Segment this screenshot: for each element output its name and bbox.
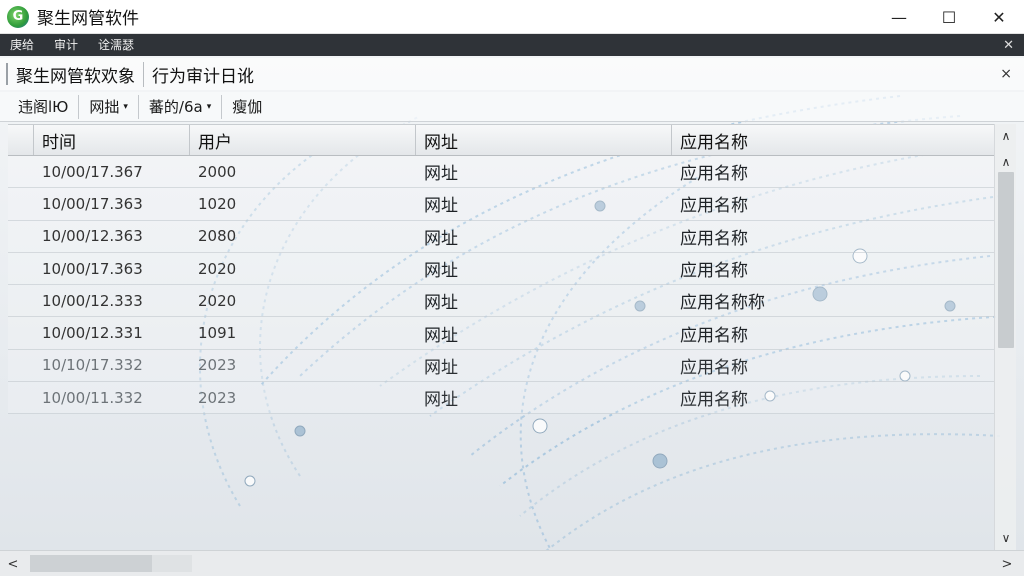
tab-main[interactable]: 聚生网管软欢象 [8,61,144,87]
scroll-up-icon[interactable]: ∧ [995,152,1017,172]
window-title: 聚生网管软件 [37,9,139,29]
toolbar-button-4[interactable]: 瘦伽 [222,95,272,119]
toolbar: 违阁lЮ 网拙 ▾ 蕃的/6a ▾ 瘦伽 [0,92,1024,122]
cell-app-name: 应用名称称 [680,293,765,314]
window-controls: — ☐ ✕ [874,0,1024,33]
toolbar-button-label: 瘦伽 [232,98,263,116]
tab-audit-log[interactable]: 行为审计日讹 [144,62,262,87]
cell-time: 10/00/12.333 [42,291,143,310]
table-row[interactable]: 10/00/12.333 2020 网址 应用名称称 [8,285,994,318]
table-row[interactable]: 10/10/17.332 2023 网址 应用名称 [8,349,994,383]
cell-user: 2023 [198,356,237,375]
cell-url: 网址 [424,164,458,185]
cell-app-name: 应用名称 [680,325,748,346]
menu-bar: 庚给 审计 诠濡瑟 ✕ [0,34,1024,56]
app-logo-icon: G [7,5,29,28]
cell-user: 2020 [198,291,237,310]
toolbar-button-label: 网拙 [89,98,120,116]
table-row[interactable]: 10/00/11.332 2023 网址 应用名称 [8,382,994,415]
cell-user: 1091 [198,324,237,343]
vertical-scrollbar[interactable]: ∧ ∧ ∨ [994,124,1016,550]
cell-url: 网址 [424,261,458,282]
menubar-close-icon[interactable]: ✕ [1003,38,1024,53]
maximize-button[interactable]: ☐ [924,0,974,34]
table-row[interactable]: 10/00/12.363 2080 网址 应用名称 [8,220,994,253]
scroll-left-icon[interactable]: < [2,551,24,576]
scroll-right-icon[interactable]: > [996,551,1018,576]
cell-time: 10/00/12.363 [42,227,143,246]
table-row[interactable]: 10/00/17.363 2020 网址 应用名称 [8,252,994,286]
header-url[interactable]: 网址 [416,125,672,155]
cell-time: 10/00/17.363 [42,194,143,213]
menu-item-3[interactable]: 诠濡瑟 [88,34,144,56]
close-button[interactable]: ✕ [974,0,1024,34]
title-bar: G 聚生网管软件 — ☐ ✕ [0,0,1024,34]
cell-user: 2000 [198,162,237,181]
header-time[interactable]: 时间 [34,125,190,155]
scroll-up-icon[interactable]: ∧ [995,126,1017,146]
cell-user: 2023 [198,388,237,407]
header-row-selector[interactable] [8,125,34,155]
cell-time: 10/10/17.332 [42,356,143,375]
minimize-button[interactable]: — [874,0,924,34]
toolbar-dropdown-3[interactable]: 蕃的/6a ▾ [139,94,223,119]
menu-item-1[interactable]: 庚给 [0,34,44,56]
vertical-scroll-thumb[interactable] [998,172,1014,348]
toolbar-button-label: 蕃的/6a [148,98,203,116]
cell-app-name: 应用名称 [680,228,748,249]
tab-close-icon[interactable]: × [1000,66,1012,82]
document-tabs: 聚生网管软欢象 行为审计日讹 × [0,58,1024,90]
horizontal-scroll-thumb[interactable] [30,555,152,572]
cell-time: 10/00/17.363 [42,259,143,278]
horizontal-scroll-track-segment [152,555,192,572]
table-row[interactable]: 10/00/12.331 1091 网址 应用名称 [8,317,994,350]
audit-log-table: 时间 用户 网址 应用名称 10/00/17.367 2000 网址 应用名称 10/0… [8,124,994,550]
cell-url: 网址 [424,196,458,217]
cell-user: 1020 [198,194,237,213]
cell-app-name: 应用名称 [680,357,748,378]
cell-time: 10/00/12.331 [42,324,143,343]
cell-user: 2080 [198,227,237,246]
cell-app-name: 应用名称 [680,164,748,185]
cell-time: 10/00/11.332 [42,388,143,407]
table-header: 时间 用户 网址 应用名称 [8,124,994,156]
table-row[interactable]: 10/00/17.363 1020 网址 应用名称 [8,188,994,221]
horizontal-scrollbar[interactable]: < > [0,550,1024,576]
cell-url: 网址 [424,228,458,249]
header-app-name[interactable]: 应用名称 [672,125,994,155]
table-row[interactable]: 10/00/17.367 2000 网址 应用名称 [8,156,994,189]
header-user[interactable]: 用户 [190,125,416,155]
cell-url: 网址 [424,325,458,346]
chevron-down-icon: ▾ [123,101,128,112]
toolbar-button-label: 违阁lЮ [18,98,69,116]
cell-url: 网址 [424,293,458,314]
chevron-down-icon: ▾ [206,101,212,112]
cell-url: 网址 [424,390,458,411]
cell-app-name: 应用名称 [680,390,748,411]
cell-time: 10/00/17.367 [42,162,143,181]
menu-item-audit[interactable]: 审计 [44,34,88,56]
toolbar-dropdown-url[interactable]: 网拙 ▾ [79,94,139,119]
cell-app-name: 应用名称 [680,196,748,217]
cell-user: 2020 [198,259,237,278]
table-body: 10/00/17.367 2000 网址 应用名称 10/00/17.363 1020 网址… [8,156,994,415]
cell-app-name: 应用名称 [680,261,748,282]
toolbar-button-1[interactable]: 违阁lЮ [8,94,80,119]
cell-url: 网址 [424,357,458,378]
scroll-down-icon[interactable]: ∨ [995,528,1017,548]
